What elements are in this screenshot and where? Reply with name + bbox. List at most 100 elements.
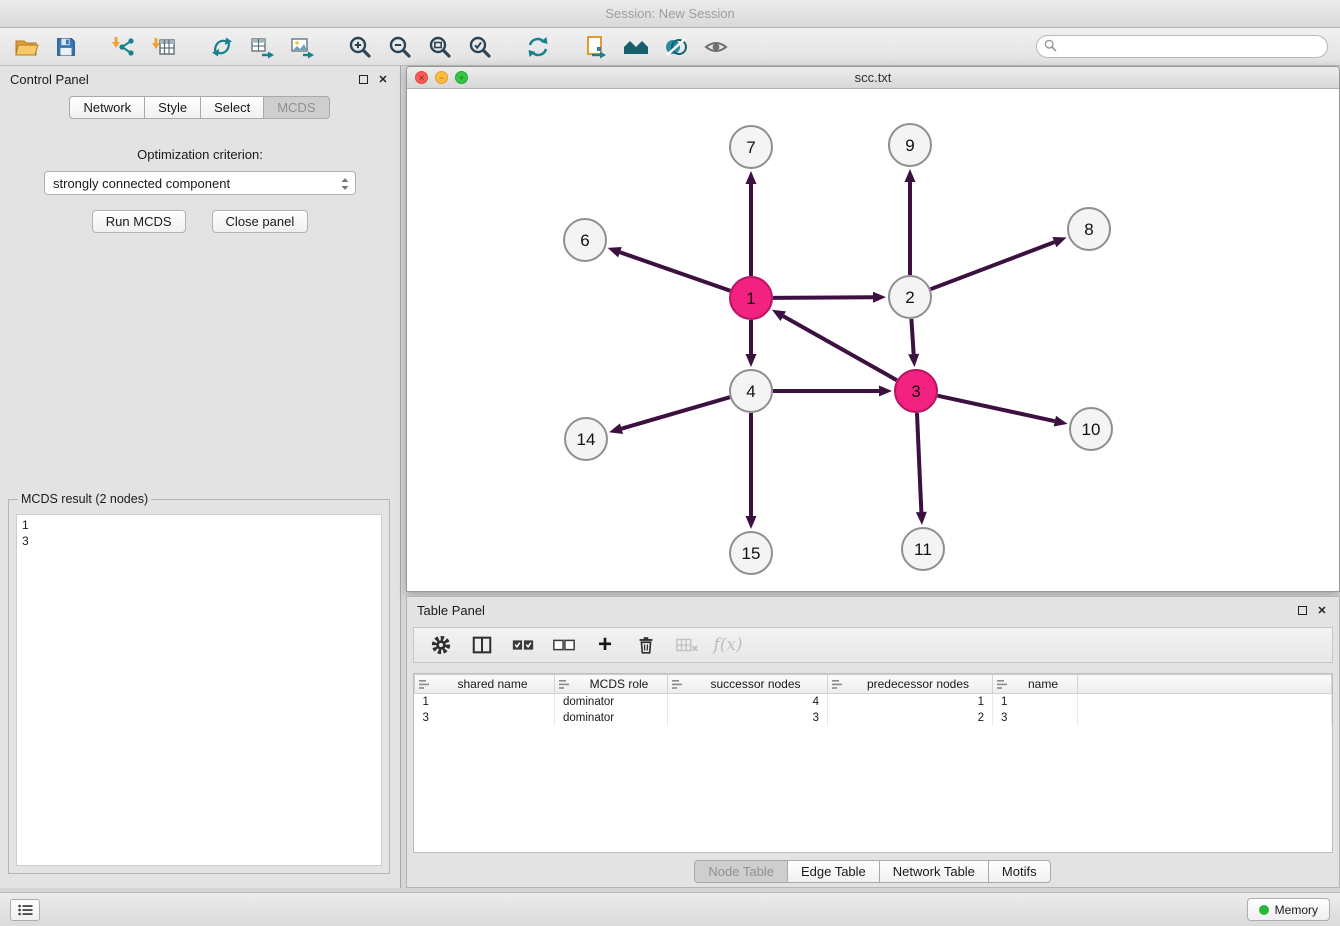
mcds-result-list[interactable]: 13 <box>16 514 382 866</box>
zoom-selected-icon[interactable] <box>464 32 496 62</box>
close-panel-icon[interactable]: ✕ <box>376 72 390 86</box>
columns-icon[interactable] <box>469 632 495 658</box>
svg-text:8: 8 <box>1084 220 1093 239</box>
open-session-icon[interactable] <box>10 32 42 62</box>
table-cell[interactable]: 1 <box>993 694 1078 710</box>
graph-node-3[interactable]: 3 <box>895 370 937 412</box>
float-panel-icon[interactable] <box>356 72 370 86</box>
table-cell[interactable]: 3 <box>993 710 1078 726</box>
svg-text:6: 6 <box>580 231 589 250</box>
search-icon <box>1044 39 1057 55</box>
zoom-icon[interactable]: + <box>455 71 468 84</box>
tab-node-table[interactable]: Node Table <box>694 860 788 883</box>
save-session-icon[interactable] <box>50 32 82 62</box>
import-table-icon[interactable] <box>148 32 180 62</box>
graph-edge-1-6[interactable] <box>620 252 730 291</box>
table-cell[interactable]: 1 <box>828 694 993 710</box>
graph-edge-3-11[interactable] <box>917 413 921 512</box>
graph-edge-2-3[interactable] <box>911 319 913 354</box>
graph-edge-4-14[interactable] <box>622 397 730 429</box>
table-row[interactable]: 1dominator411 <box>415 694 1332 710</box>
graph-node-7[interactable]: 7 <box>730 126 772 168</box>
list-menu-icon <box>18 904 33 916</box>
svg-text:4: 4 <box>746 382 755 401</box>
zoom-in-icon[interactable] <box>344 32 376 62</box>
settings-gear-icon[interactable] <box>428 632 454 658</box>
window-titlebar[interactable]: Session: New Session <box>0 0 1340 28</box>
export-network-icon[interactable] <box>580 32 612 62</box>
network-canvas[interactable]: 7 9 6 8 1 2 4 3 14 10 15 11 <box>407 89 1339 591</box>
table-cell[interactable]: 3 <box>415 710 555 726</box>
image-export-icon[interactable] <box>286 32 318 62</box>
graph-node-11[interactable]: 11 <box>902 528 944 570</box>
tab-network[interactable]: Network <box>69 96 145 119</box>
column-header-name[interactable]: name <box>993 675 1078 694</box>
run-mcds-button[interactable]: Run MCDS <box>92 210 186 233</box>
table-row[interactable]: 3dominator323 <box>415 710 1332 726</box>
mcds-result-box: MCDS result (2 nodes) 13 <box>8 492 390 874</box>
table-cell[interactable]: 4 <box>668 694 828 710</box>
graph-edge-arrow-icon <box>908 354 919 367</box>
graph-edge-3-10[interactable] <box>937 396 1054 421</box>
table-cell-filler <box>1078 694 1332 710</box>
zoom-fit-icon[interactable] <box>424 32 456 62</box>
search-field[interactable] <box>1036 35 1328 58</box>
graph-edge-3-1[interactable] <box>783 316 897 380</box>
mcds-buttons: Run MCDS Close panel <box>0 210 400 233</box>
tab-edge-table[interactable]: Edge Table <box>787 860 880 883</box>
tab-mcds[interactable]: MCDS <box>263 96 329 119</box>
table-toolbar: + f(x) <box>413 627 1333 663</box>
graph-node-14[interactable]: 14 <box>565 418 607 460</box>
graph-node-9[interactable]: 9 <box>889 124 931 166</box>
control-panel-header: Control Panel ✕ <box>0 66 400 92</box>
network-table-icon[interactable] <box>246 32 278 62</box>
close-table-panel-icon[interactable]: ✕ <box>1315 603 1329 617</box>
table-cell[interactable]: dominator <box>555 694 668 710</box>
graph-node-6[interactable]: 6 <box>564 219 606 261</box>
graph-edge-2-8[interactable] <box>931 242 1055 289</box>
node-table[interactable]: shared nameMCDS rolesuccessor nodesprede… <box>413 673 1333 853</box>
graphics-details-icon[interactable] <box>660 32 692 62</box>
table-cell-filler <box>1078 710 1332 726</box>
optimization-select[interactable]: strongly connected component <box>44 171 356 195</box>
graph-node-2[interactable]: 2 <box>889 276 931 318</box>
home-icon[interactable] <box>620 32 652 62</box>
network-share-icon[interactable] <box>206 32 238 62</box>
table-cell[interactable]: 1 <box>415 694 555 710</box>
column-header-shared-name[interactable]: shared name <box>415 675 555 694</box>
table-cell[interactable]: 2 <box>828 710 993 726</box>
graph-node-8[interactable]: 8 <box>1068 208 1110 250</box>
table-cell[interactable]: dominator <box>555 710 668 726</box>
column-header-predecessor-nodes[interactable]: predecessor nodes <box>828 675 993 694</box>
import-network-icon[interactable] <box>108 32 140 62</box>
network-window-titlebar[interactable]: ✕ − + scc.txt <box>407 67 1339 89</box>
list-menu-button[interactable] <box>10 899 40 921</box>
delete-row-icon[interactable] <box>633 632 659 658</box>
graph-edge-1-2[interactable] <box>773 297 873 298</box>
search-input[interactable] <box>1057 40 1327 54</box>
tab-network-table[interactable]: Network Table <box>879 860 989 883</box>
graph-node-15[interactable]: 15 <box>730 532 772 574</box>
graph-node-10[interactable]: 10 <box>1070 408 1112 450</box>
add-row-icon[interactable]: + <box>592 632 618 658</box>
column-header-successor-nodes[interactable]: successor nodes <box>668 675 828 694</box>
eye-icon[interactable] <box>700 32 732 62</box>
optimization-select-value: strongly connected component <box>53 176 230 191</box>
tab-style[interactable]: Style <box>144 96 201 119</box>
graph-node-4[interactable]: 4 <box>730 370 772 412</box>
zoom-out-icon[interactable] <box>384 32 416 62</box>
float-table-panel-icon[interactable] <box>1295 603 1309 617</box>
table-cell[interactable]: 3 <box>668 710 828 726</box>
graph-node-1[interactable]: 1 <box>730 277 772 319</box>
minimize-icon[interactable]: − <box>435 71 448 84</box>
tab-motifs[interactable]: Motifs <box>988 860 1051 883</box>
refresh-view-icon[interactable] <box>522 32 554 62</box>
close-icon[interactable]: ✕ <box>415 71 428 84</box>
close-panel-button[interactable]: Close panel <box>212 210 309 233</box>
deselect-all-icon[interactable] <box>551 632 577 658</box>
memory-button[interactable]: Memory <box>1247 898 1330 921</box>
tab-select[interactable]: Select <box>200 96 264 119</box>
select-all-icon[interactable] <box>510 632 536 658</box>
network-window-title: scc.txt <box>855 70 892 85</box>
column-header-MCDS-role[interactable]: MCDS role <box>555 675 668 694</box>
